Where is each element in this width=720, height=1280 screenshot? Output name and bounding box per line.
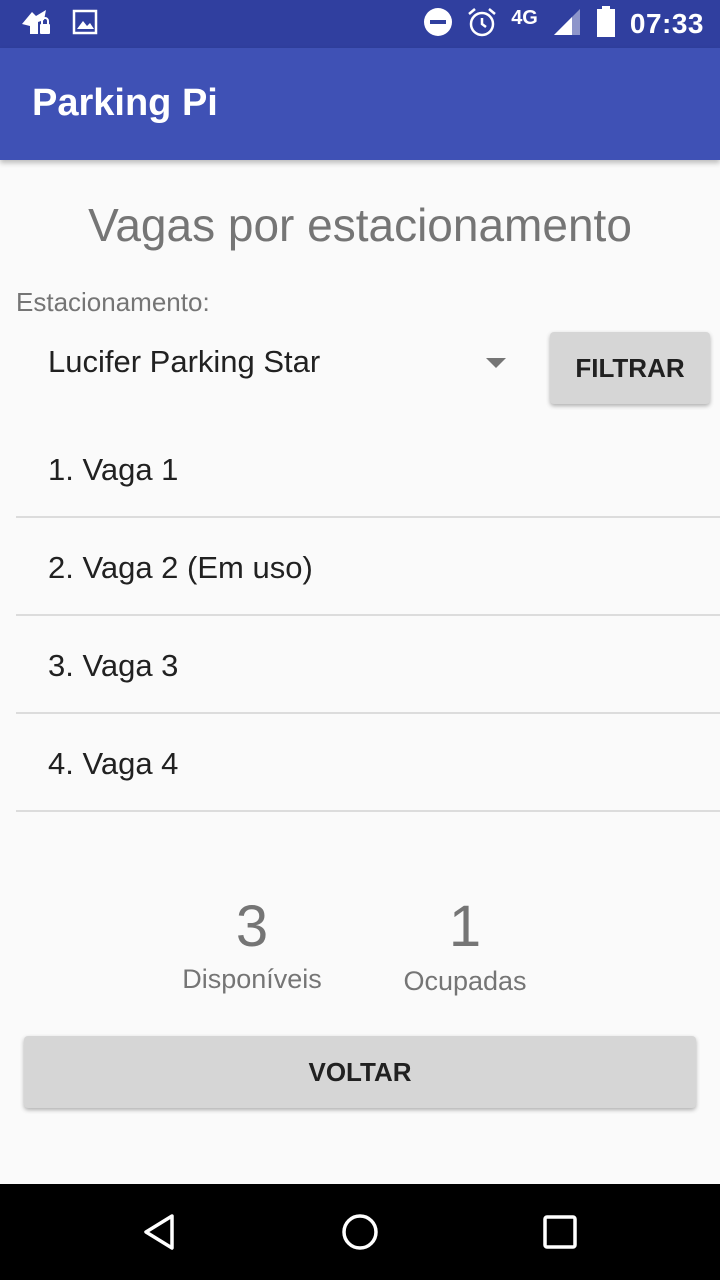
occupied-label: Ocupadas — [403, 966, 527, 996]
status-bar-left — [18, 8, 98, 40]
app-bar: Parking Pi — [0, 48, 720, 160]
nav-recents-icon[interactable] — [500, 1184, 620, 1280]
battery-icon — [596, 5, 616, 43]
list-item[interactable]: 1. Vaga 1 — [16, 420, 720, 518]
occupied-count: 1 — [448, 894, 482, 959]
list-item-label: 3. Vaga 3 — [48, 648, 179, 683]
dropdown-arrow-icon — [486, 358, 506, 368]
available-label: Disponíveis — [182, 964, 322, 994]
available-stat: 3 Disponíveis — [160, 893, 344, 995]
nav-home-icon[interactable] — [300, 1184, 420, 1280]
parking-spinner-value: Lucifer Parking Star — [48, 344, 321, 379]
list-item[interactable]: 3. Vaga 3 — [16, 616, 720, 714]
spot-list: 1. Vaga 1 2. Vaga 2 (Em uso) 3. Vaga 3 4… — [16, 420, 720, 812]
nav-back-icon[interactable] — [100, 1184, 220, 1280]
occupied-stat: 1 Ocupadas — [390, 893, 540, 997]
do-not-disturb-icon — [423, 7, 453, 42]
list-item[interactable]: 4. Vaga 4 — [16, 714, 720, 812]
list-item-label: 4. Vaga 4 — [48, 746, 179, 781]
list-item-label: 2. Vaga 2 (Em uso) — [48, 550, 313, 585]
notification-app-icon — [18, 6, 54, 43]
filter-button[interactable]: FILTRAR — [550, 332, 710, 404]
back-button[interactable]: VOLTAR — [24, 1036, 696, 1108]
image-icon — [72, 9, 98, 40]
status-bar-right: 4G 07:33 — [423, 5, 704, 43]
network-type: 4G — [511, 6, 538, 29]
list-item[interactable]: 2. Vaga 2 (Em uso) — [16, 518, 720, 616]
app-title: Parking Pi — [32, 82, 218, 124]
available-count: 3 — [235, 894, 269, 959]
clock: 07:33 — [629, 8, 704, 39]
signal-icon — [552, 7, 582, 42]
list-item-label: 1. Vaga 1 — [48, 452, 179, 487]
alarm-icon — [467, 7, 497, 42]
parking-spinner[interactable]: Lucifer Parking Star — [16, 330, 516, 400]
navigation-bar — [0, 1184, 720, 1280]
page-title: Vagas por estacionamento — [88, 199, 632, 251]
status-bar: 4G 07:33 — [0, 0, 720, 48]
parking-field-label: Estacionamento: — [16, 287, 210, 317]
